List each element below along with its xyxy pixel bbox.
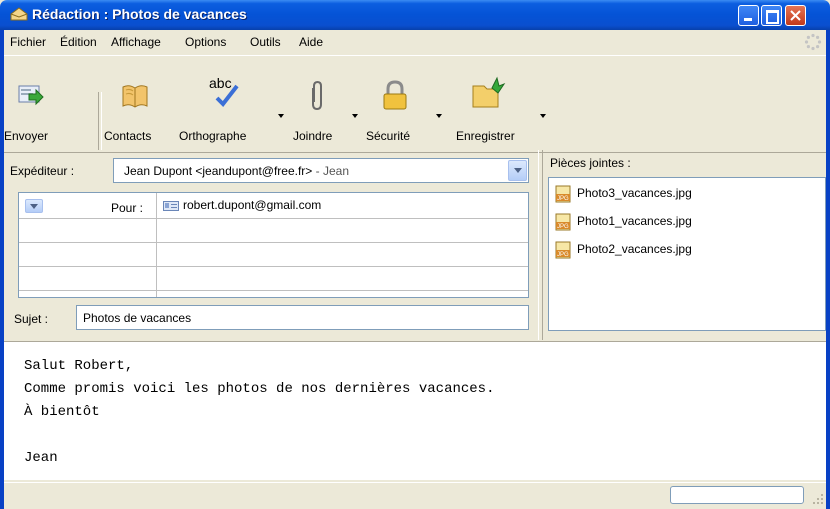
recipient-type-select[interactable]: Pour : — [21, 197, 151, 215]
body-line: Comme promis voici les photos de nos der… — [24, 381, 495, 397]
minimize-button[interactable] — [738, 5, 759, 26]
attachments-title: Pièces jointes : — [550, 156, 631, 170]
toolbar-separator — [98, 92, 102, 150]
svg-text:JPG: JPG — [557, 224, 569, 230]
save-label: Enregistrer — [456, 129, 515, 143]
menu-fichier[interactable]: Fichier — [10, 35, 46, 49]
recipient-address: robert.dupont@gmail.com — [183, 198, 322, 212]
save-folder-icon — [472, 76, 506, 108]
compose-window: Rédaction : Photos de vacances Fichier É… — [0, 0, 830, 509]
menu-outils[interactable]: Outils — [250, 35, 281, 49]
padlock-icon — [383, 80, 407, 110]
subject-label: Sujet : — [14, 312, 49, 326]
contacts-label: Contacts — [104, 129, 152, 143]
chevron-down-icon — [30, 204, 38, 209]
menu-edition[interactable]: Édition — [60, 35, 97, 49]
security-dropdown-icon[interactable] — [436, 114, 442, 118]
compose-window-icon — [10, 7, 28, 21]
status-progress-panel — [670, 486, 804, 504]
activity-throbber-icon — [804, 33, 822, 51]
recipient-row-divider — [19, 266, 528, 267]
recipient-row-divider — [19, 290, 528, 291]
attachment-name: Photo3_vacances.jpg — [577, 186, 692, 201]
attach-button[interactable]: Joindre — [291, 80, 343, 150]
subject-value: Photos de vacances — [83, 311, 192, 325]
attachments-splitter[interactable] — [538, 150, 543, 340]
spellcheck-icon: abc — [209, 75, 239, 108]
message-body-editor[interactable]: Salut Robert, Comme promis voici les pho… — [4, 341, 826, 480]
from-select[interactable]: Jean Dupont <jeandupont@free.fr> - Jean — [113, 158, 529, 183]
spelling-dropdown-icon[interactable] — [278, 114, 284, 118]
attach-label: Joindre — [293, 129, 333, 143]
recipients-list[interactable]: Pour : robert.dupont@gmail.com — [18, 192, 529, 298]
recipient-type-label: Pour : — [111, 201, 144, 215]
recipient-row-divider — [19, 218, 528, 219]
send-button[interactable]: Envoyer — [4, 80, 56, 150]
send-label: Envoyer — [4, 129, 49, 143]
body-line: Salut Robert, — [24, 358, 134, 374]
send-icon — [18, 85, 44, 106]
paperclip-icon — [312, 80, 322, 111]
menu-bar: Fichier Édition Affichage Options Outils… — [4, 30, 826, 54]
minimize-icon — [744, 18, 752, 21]
resize-grip-icon[interactable] — [812, 493, 824, 505]
contacts-book-icon — [122, 85, 148, 108]
title-bar[interactable]: Rédaction : Photos de vacances — [0, 0, 830, 30]
maximize-button[interactable] — [761, 5, 782, 26]
jpg-file-icon: JPG — [555, 241, 571, 259]
from-label: Expéditeur : — [10, 164, 75, 178]
maximize-icon — [766, 10, 779, 24]
menu-options[interactable]: Options — [185, 35, 226, 49]
recipient-row-divider — [19, 242, 528, 243]
menu-aide[interactable]: Aide — [299, 35, 323, 49]
save-dropdown-icon[interactable] — [540, 114, 546, 118]
svg-text:JPG: JPG — [557, 252, 569, 258]
body-line: À bientôt — [24, 404, 100, 420]
from-value: Jean Dupont <jeandupont@free.fr> - Jean — [124, 164, 350, 178]
jpg-file-icon: JPG — [555, 185, 571, 203]
close-icon — [790, 10, 801, 21]
address-card-icon — [163, 200, 179, 211]
chevron-down-icon — [514, 168, 522, 173]
attachment-item[interactable]: JPG Photo1_vacances.jpg — [555, 213, 692, 231]
svg-text:abc: abc — [209, 75, 232, 91]
attachment-name: Photo2_vacances.jpg — [577, 242, 692, 257]
status-bar — [4, 482, 826, 509]
subject-input[interactable]: Photos de vacances — [76, 305, 529, 330]
window-frame-right — [826, 30, 830, 509]
spelling-button[interactable]: abc Orthographe — [179, 75, 274, 150]
menu-affichage[interactable]: Affichage — [111, 35, 161, 49]
jpg-file-icon: JPG — [555, 213, 571, 231]
spelling-label: Orthographe — [179, 129, 247, 143]
attachment-item[interactable]: JPG Photo2_vacances.jpg — [555, 241, 692, 259]
from-dropdown-button[interactable] — [508, 160, 527, 181]
compose-toolbar: Envoyer Contacts abc Orthographe Joindre — [4, 55, 826, 153]
close-button[interactable] — [785, 5, 806, 26]
attach-dropdown-icon[interactable] — [352, 114, 358, 118]
attachment-name: Photo1_vacances.jpg — [577, 214, 692, 229]
body-line: Jean — [24, 450, 58, 466]
recipients-column-divider — [156, 193, 157, 297]
recipient-type-dropdown-button[interactable] — [25, 199, 43, 213]
save-button[interactable]: Enregistrer — [448, 76, 530, 150]
security-button[interactable]: Sécurité — [366, 80, 428, 150]
svg-text:JPG: JPG — [557, 196, 569, 202]
recipient-address-field[interactable]: robert.dupont@gmail.com — [163, 198, 321, 212]
attachment-item[interactable]: JPG Photo3_vacances.jpg — [555, 185, 692, 203]
window-title: Rédaction : Photos de vacances — [32, 6, 247, 22]
attachments-list[interactable]: JPG Photo3_vacances.jpg JPG Photo1_vacan… — [548, 177, 826, 331]
contacts-button[interactable]: Contacts — [104, 80, 164, 150]
security-label: Sécurité — [366, 129, 411, 143]
